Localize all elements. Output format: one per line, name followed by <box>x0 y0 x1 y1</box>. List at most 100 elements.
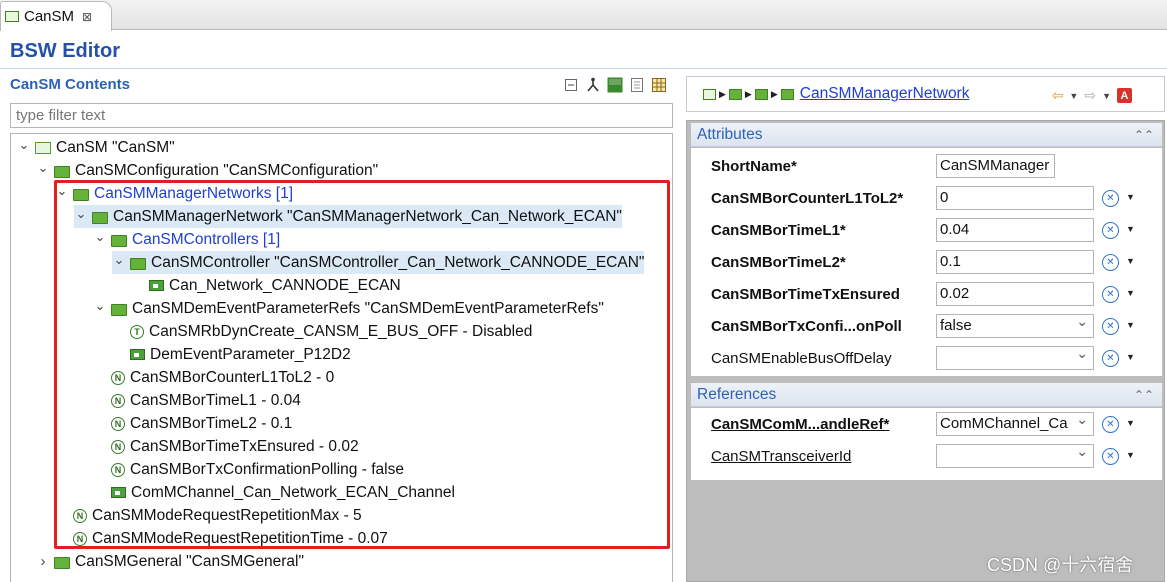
collapse-icon[interactable]: ⌃⌃ <box>1134 128 1154 142</box>
property-label[interactable]: CanSMComM...andleRef* <box>711 416 889 433</box>
chevron-down-icon[interactable]: ▼ <box>1126 224 1135 234</box>
breadcrumb-link[interactable]: CanSMManagerNetwork <box>800 85 970 103</box>
property-label: CanSMEnableBusOffDelay <box>711 349 892 367</box>
reset-icon[interactable]: ✕ <box>1102 190 1119 207</box>
link-icon[interactable] <box>584 76 602 94</box>
numeric-param-icon: N <box>111 462 125 477</box>
tree-node[interactable]: ⌄ CanSMManagerNetwork "CanSMManagerNetwor… <box>74 205 622 228</box>
property-combo[interactable] <box>936 346 1094 370</box>
folder-icon[interactable] <box>728 88 742 100</box>
tree-node[interactable]: ⌄ CanSMConfiguration "CanSMConfiguration" <box>36 159 379 182</box>
folder-icon <box>92 211 108 224</box>
tree-node[interactable]: N CanSMBorTxConfirmationPolling - false <box>93 458 404 481</box>
property-combo[interactable] <box>936 444 1094 468</box>
chevron-down-icon[interactable]: ▼ <box>1126 192 1135 202</box>
chevron-down-icon[interactable]: ▼ <box>1069 91 1078 101</box>
property-combo[interactable]: ComMChannel_Ca <box>936 412 1094 436</box>
chevron-down-icon[interactable]: ⌄ <box>36 160 50 176</box>
tree-node[interactable]: N CanSMBorTimeTxEnsured - 0.02 <box>93 435 359 458</box>
reset-icon[interactable]: ✕ <box>1102 448 1119 465</box>
tree-node[interactable]: N CanSMBorCounterL1ToL2 - 0 <box>93 366 334 389</box>
module-icon <box>5 11 19 22</box>
tree-node[interactable]: N CanSMModeRequestRepetitionTime - 0.07 <box>55 527 388 550</box>
chevron-down-icon[interactable]: ▼ <box>1126 288 1135 298</box>
property-label: CanSMBorTimeL1* <box>711 221 846 239</box>
nav-buttons: ⇦ ▼ ⇨ ▼ A <box>1052 87 1132 104</box>
property-input[interactable]: 0 <box>936 186 1094 210</box>
property-label[interactable]: CanSMTransceiverId <box>711 448 851 465</box>
reset-icon[interactable]: ✕ <box>1102 350 1119 367</box>
chevron-down-icon[interactable]: ▼ <box>1126 450 1135 460</box>
reset-icon[interactable]: ✕ <box>1102 416 1119 433</box>
forward-arrow-icon[interactable]: ⇨ <box>1084 87 1096 104</box>
tree-node[interactable]: N CanSMBorTimeL2 - 0.1 <box>93 412 292 435</box>
numeric-param-icon: N <box>111 370 125 385</box>
tree-node[interactable]: DemEventParameter_P12D2 <box>112 343 351 366</box>
collapse-all-icon[interactable] <box>562 76 580 94</box>
autosar-icon[interactable]: A <box>1117 88 1132 103</box>
tree-node[interactable]: T CanSMRbDynCreate_CANSM_E_BUS_OFF - Disa… <box>112 320 532 343</box>
chevron-down-icon[interactable]: ⌄ <box>112 252 126 268</box>
property-label: CanSMBorTxConfi...onPoll <box>711 317 902 335</box>
property-label: CanSMBorTimeL2* <box>711 253 846 271</box>
reset-icon[interactable]: ✕ <box>1102 222 1119 239</box>
numeric-param-icon: N <box>111 439 125 454</box>
vp-res-icon[interactable] <box>606 76 624 94</box>
chevron-down-icon[interactable]: ▼ <box>1126 256 1135 266</box>
references-header[interactable]: References ⌃⌃ <box>691 383 1162 407</box>
tab-cansm[interactable]: CanSM ⊠ <box>0 1 112 31</box>
contents-title: CanSM Contents <box>10 76 130 93</box>
tree-node[interactable]: Can_Network_CANNODE_ECAN <box>131 274 401 297</box>
reset-icon[interactable]: ✕ <box>1102 286 1119 303</box>
tree-node[interactable]: N CanSMBorTimeL1 - 0.04 <box>93 389 301 412</box>
tree-node[interactable]: ⌄ CanSMDemEventParameterRefs "CanSMDemEve… <box>93 297 604 320</box>
tree-node[interactable]: ComMChannel_Can_Network_ECAN_Channel <box>93 481 455 504</box>
chevron-down-icon[interactable]: ⌄ <box>74 206 88 222</box>
attributes-header[interactable]: Attributes ⌃⌃ <box>691 123 1162 147</box>
tree-node[interactable]: ⌄ CanSM "CanSM" <box>17 136 175 159</box>
chevron-down-icon[interactable]: ⌄ <box>55 183 69 199</box>
collapse-icon[interactable]: ⌃⌃ <box>1134 388 1154 402</box>
chevron-right-icon[interactable]: › <box>36 553 50 570</box>
reset-icon[interactable]: ✕ <box>1102 318 1119 335</box>
property-combo[interactable]: false <box>936 314 1094 338</box>
tree-node[interactable]: › CanSMGeneral "CanSMGeneral" <box>36 550 304 573</box>
filter-input[interactable] <box>10 103 673 128</box>
folder-icon[interactable] <box>780 88 794 100</box>
page-icon[interactable] <box>628 76 646 94</box>
chevron-down-icon[interactable]: ▼ <box>1126 320 1135 330</box>
property-input[interactable]: 0.02 <box>936 282 1094 306</box>
reset-icon[interactable]: ✕ <box>1102 254 1119 271</box>
folder-icon <box>111 303 127 316</box>
chevron-down-icon[interactable]: ▼ <box>1126 418 1135 428</box>
tree-node-label: CanSMController "CanSMController_Can_Net… <box>151 253 645 271</box>
close-icon[interactable]: ⊠ <box>82 10 92 24</box>
property-row: CanSMBorTimeL2* 0.1 ✕ ▼ <box>691 246 1162 278</box>
contents-panel: CanSM Contents ⌄ CanSM "CanSM" ⌄ CanSMConfi… <box>0 72 680 582</box>
property-input[interactable]: 0.04 <box>936 218 1094 242</box>
tree-node[interactable]: N CanSMModeRequestRepetitionMax - 5 <box>55 504 362 527</box>
tree-node-label: CanSMManagerNetworks [1] <box>94 184 293 202</box>
reference-icon <box>130 349 145 360</box>
back-arrow-icon[interactable]: ⇦ <box>1052 87 1064 104</box>
tree-node[interactable]: ⌄ CanSMControllers [1] <box>93 228 281 251</box>
folder-icon[interactable] <box>754 88 768 100</box>
chevron-down-icon[interactable]: ▼ <box>1102 91 1111 101</box>
chevron-down-icon[interactable]: ⌄ <box>93 298 107 314</box>
tree-node[interactable]: ⌄ CanSMManagerNetworks [1] <box>55 182 293 205</box>
tree-node-label: CanSMGeneral "CanSMGeneral" <box>75 552 304 570</box>
tree-node-label: CanSM "CanSM" <box>56 138 175 156</box>
chevron-down-icon[interactable]: ⌄ <box>17 137 31 153</box>
module-icon[interactable] <box>703 88 716 100</box>
chevron-down-icon[interactable]: ▼ <box>1126 352 1135 362</box>
grid-icon[interactable] <box>650 76 668 94</box>
tree-node[interactable]: ⌄ CanSMController "CanSMController_Can_Ne… <box>112 251 645 274</box>
tree-node-label: Can_Network_CANNODE_ECAN <box>169 276 401 294</box>
property-input[interactable]: CanSMManager <box>936 154 1055 178</box>
chevron-down-icon[interactable]: ⌄ <box>93 229 107 245</box>
property-label: ShortName* <box>711 157 797 175</box>
property-input[interactable]: 0.1 <box>936 250 1094 274</box>
reference-icon <box>111 487 126 498</box>
property-row: CanSMBorTimeL1* 0.04 ✕ ▼ <box>691 214 1162 246</box>
tree-node-label: CanSMManagerNetwork "CanSMManagerNetwork… <box>113 207 622 225</box>
